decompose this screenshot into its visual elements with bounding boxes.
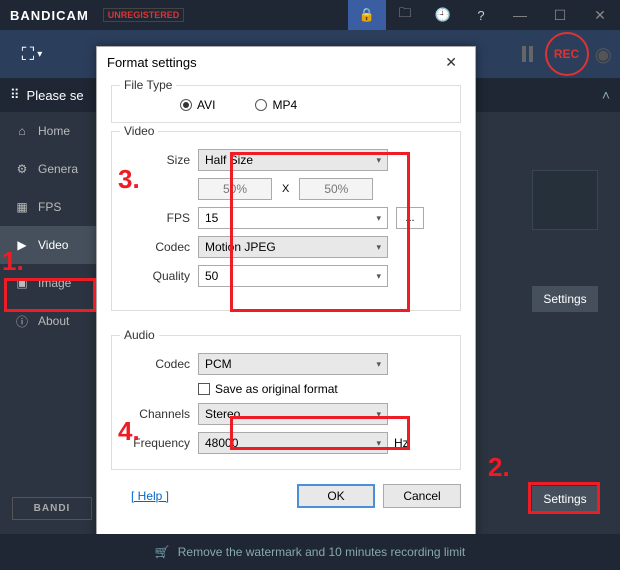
minimize-button[interactable]: — (500, 0, 540, 30)
frequency-label: Frequency (120, 436, 198, 450)
footer-text: Remove the watermark and 10 minutes reco… (178, 545, 465, 559)
sidebar-item-image[interactable]: ▣ Image (0, 264, 98, 302)
section-title: Please se (27, 88, 84, 103)
video-codec-label: Codec (120, 240, 198, 254)
cancel-button[interactable]: Cancel (383, 484, 461, 508)
x-label: X (272, 183, 299, 195)
gear-icon: ⚙ (14, 162, 30, 176)
chevron-down-icon: ▾ (376, 155, 381, 166)
format-settings-dialog: Format settings ✕ File Type AVI MP4 Vide… (96, 46, 476, 544)
sidebar-item-home[interactable]: ⌂ Home (0, 112, 98, 150)
bandicam-logo: BANDI (12, 497, 92, 520)
channels-label: Channels (120, 407, 198, 421)
mode-rectangle-button[interactable]: ⛶▾ (8, 36, 56, 72)
footer[interactable]: 🛒 Remove the watermark and 10 minutes re… (0, 534, 620, 570)
grid-icon: ⠿ (10, 87, 19, 103)
cart-icon: 🛒 (155, 545, 170, 559)
quality-label: Quality (120, 269, 198, 283)
chevron-down-icon: ▾ (376, 242, 381, 253)
sidebar-item-fps[interactable]: ▦ FPS (0, 188, 98, 226)
radio-avi[interactable]: AVI (180, 98, 215, 112)
video-codec-select[interactable]: Motion JPEG▾ (198, 236, 388, 258)
filetype-group: File Type AVI MP4 (111, 85, 461, 123)
hz-label: Hz (394, 436, 409, 450)
chevron-down-icon: ▾ (376, 438, 381, 449)
info-icon: ⓘ (14, 313, 30, 330)
fps-icon: ▦ (14, 200, 30, 214)
home-icon: ⌂ (14, 124, 30, 138)
video-settings-button[interactable]: Settings (532, 286, 598, 312)
titlebar: BANDICAM UNREGISTERED 🔒 🗀 🕘 ? — ☐ ✕ (0, 0, 620, 30)
video-group: Video Size Half Size▾ 50% X 50% FPS 15▾ … (111, 131, 461, 311)
sidebar-item-label: Video (38, 238, 68, 252)
fps-select[interactable]: 15▾ (198, 207, 388, 229)
chevron-down-icon: ▾ (376, 359, 381, 370)
help-link[interactable]: [ Help ] (131, 489, 169, 503)
ok-button[interactable]: OK (297, 484, 375, 508)
save-original-checkbox[interactable] (198, 383, 210, 395)
fps-more-button[interactable]: ... (396, 207, 424, 229)
height-percent-input[interactable]: 50% (299, 178, 373, 200)
app-logo: BANDICAM (0, 8, 99, 23)
sidebar-item-label: FPS (38, 200, 61, 214)
sidebar-item-about[interactable]: ⓘ About (0, 302, 98, 340)
sidebar-item-label: Home (38, 124, 70, 138)
width-percent-input[interactable]: 50% (198, 178, 272, 200)
unregistered-badge: UNREGISTERED (103, 8, 185, 22)
audio-codec-label: Codec (120, 357, 198, 371)
fps-label: FPS (120, 211, 198, 225)
lock-icon[interactable]: 🔒 (348, 0, 386, 30)
sidebar-item-label: Genera (38, 162, 78, 176)
audio-group: Audio Codec PCM▾ Save as original format… (111, 335, 461, 470)
sidebar-item-label: Image (38, 276, 71, 290)
frequency-select[interactable]: 48000▾ (198, 432, 388, 454)
dialog-title: Format settings (107, 55, 197, 70)
sidebar-item-label: About (38, 314, 69, 328)
chevron-down-icon: ▾ (376, 213, 381, 224)
collapse-icon[interactable]: ˄ (602, 87, 610, 103)
screenshot-icon[interactable]: ◉ (595, 42, 612, 67)
audio-codec-select[interactable]: PCM▾ (198, 353, 388, 375)
sidebar: ⌂ Home ⚙ Genera ▦ FPS ▶ Video ▣ Image ⓘ About (0, 112, 98, 534)
size-select[interactable]: Half Size▾ (198, 149, 388, 171)
annotation-2: 2. (488, 452, 510, 483)
video-legend: Video (120, 124, 158, 138)
record-button[interactable]: REC (545, 32, 589, 76)
pause-icon[interactable] (522, 46, 533, 62)
audio-settings-button[interactable]: Settings (532, 486, 598, 512)
sidebar-item-general[interactable]: ⚙ Genera (0, 150, 98, 188)
size-label: Size (120, 153, 198, 167)
audio-legend: Audio (120, 328, 159, 342)
dialog-close-button[interactable]: ✕ (437, 50, 465, 75)
radio-mp4[interactable]: MP4 (255, 98, 297, 112)
channels-select[interactable]: Stereo▾ (198, 403, 388, 425)
help-icon[interactable]: ? (462, 0, 500, 30)
chevron-down-icon: ▾ (376, 271, 381, 282)
sidebar-item-video[interactable]: ▶ Video (0, 226, 98, 264)
save-original-label: Save as original format (215, 382, 338, 396)
video-icon: ▶ (14, 238, 30, 252)
chevron-down-icon: ▾ (376, 409, 381, 420)
clock-icon[interactable]: 🕘 (424, 0, 462, 30)
filetype-legend: File Type (120, 78, 176, 92)
close-button[interactable]: ✕ (580, 0, 620, 30)
image-icon: ▣ (14, 276, 30, 290)
right-preview (532, 170, 598, 230)
folder-icon[interactable]: 🗀 (386, 0, 424, 30)
quality-select[interactable]: 50▾ (198, 265, 388, 287)
maximize-button[interactable]: ☐ (540, 0, 580, 30)
